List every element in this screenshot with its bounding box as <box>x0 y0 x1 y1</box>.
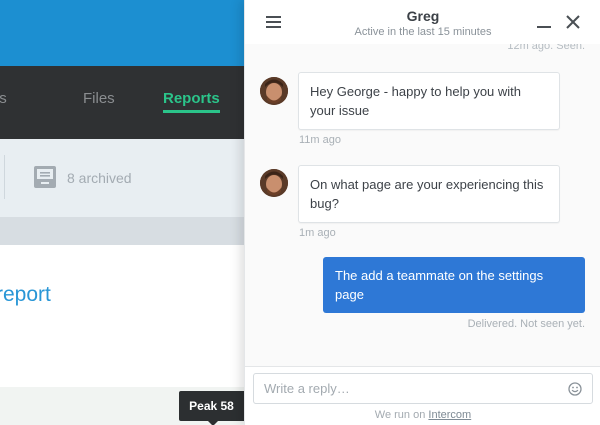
close-icon[interactable] <box>565 14 581 30</box>
powered-by-text: We run on Intercom <box>245 409 600 421</box>
messenger-footer: We run on Intercom <box>245 366 600 425</box>
agent-name: Greg <box>406 8 440 24</box>
peak-tooltip: Peak 58 <box>179 391 244 421</box>
app-toolbar: 8 archived <box>0 139 244 217</box>
agent-avatar <box>260 169 288 197</box>
previous-message-status: 12m ago. Seen. <box>507 44 585 52</box>
smiley-icon[interactable] <box>568 382 582 396</box>
background-app: nates Files Reports 8 archived report <box>0 0 244 425</box>
app-content: report <box>0 245 244 387</box>
message-timestamp: 11m ago <box>299 134 341 146</box>
nav-tab-reports[interactable]: Reports <box>163 90 220 107</box>
app-top-bar <box>0 0 244 66</box>
nav-tab-files[interactable]: Files <box>83 90 115 107</box>
delivery-status: Delivered. Not seen yet. <box>467 318 585 330</box>
message-bubble-user: The add a teammate on the settings page <box>323 257 585 313</box>
archive-icon[interactable] <box>33 165 57 189</box>
message-bubble-agent: Hey George - happy to help you with your… <box>298 72 560 130</box>
agent-avatar <box>260 77 288 105</box>
reply-input[interactable] <box>253 373 593 404</box>
messenger-header: Greg Active in the last 15 minutes <box>245 0 600 44</box>
message-bubble-agent: On what page are your experiencing this … <box>298 165 560 223</box>
tooltip-arrow <box>208 421 218 425</box>
conversation-body[interactable]: 12m ago. Seen. Hey George - happy to hel… <box>245 44 600 366</box>
nav-tab-templates[interactable]: nates <box>0 90 7 107</box>
app-section-band <box>0 217 244 245</box>
message-timestamp: 1m ago <box>299 227 336 239</box>
powered-by-prefix: We run on <box>374 409 426 421</box>
app-nav-bar: nates Files Reports <box>0 66 244 139</box>
messenger-panel: Greg Active in the last 15 minutes 12m a… <box>244 0 600 425</box>
archived-count-link[interactable]: 8 archived <box>67 170 132 186</box>
toolbar-divider <box>4 155 5 199</box>
minimize-icon[interactable] <box>537 26 551 28</box>
report-title-link[interactable]: report <box>0 283 51 307</box>
intercom-link[interactable]: Intercom <box>428 409 471 421</box>
active-tab-indicator <box>163 110 220 113</box>
